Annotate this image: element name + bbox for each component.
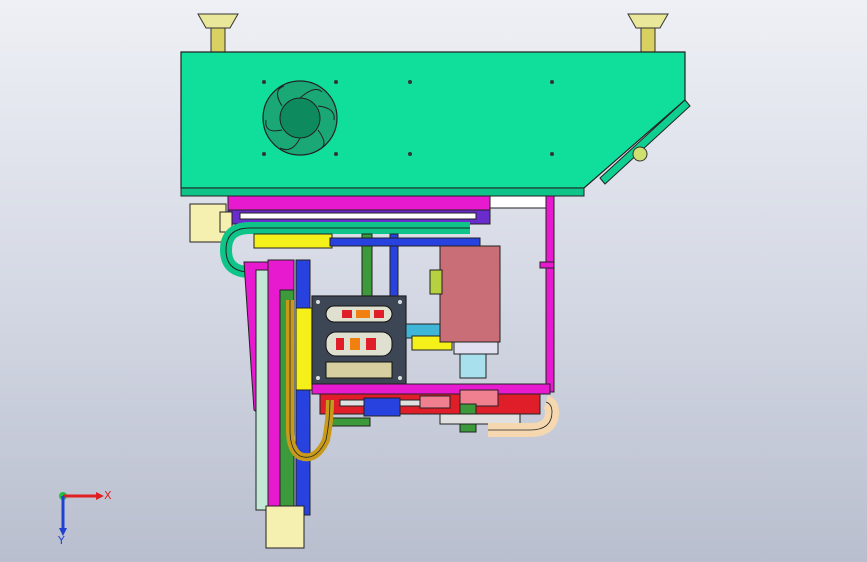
mounting-foot-right[interactable] [627, 13, 669, 53]
y-axis-label: Y [57, 534, 65, 547]
x-arrowhead-icon [96, 492, 104, 500]
cooling-fan[interactable] [262, 80, 338, 156]
graphics-viewport[interactable]: X Y [0, 0, 867, 562]
yellow-cylinder[interactable] [295, 307, 313, 391]
x-axis-label: X [104, 489, 112, 502]
cad-model-view[interactable] [0, 0, 867, 562]
left-column[interactable] [243, 259, 311, 549]
mounting-foot-left[interactable] [197, 13, 239, 53]
main-housing[interactable] [180, 51, 691, 197]
motor-unit[interactable] [429, 245, 501, 379]
center-gripper-panel[interactable] [311, 295, 407, 385]
coordinate-triad: X Y [57, 489, 112, 547]
